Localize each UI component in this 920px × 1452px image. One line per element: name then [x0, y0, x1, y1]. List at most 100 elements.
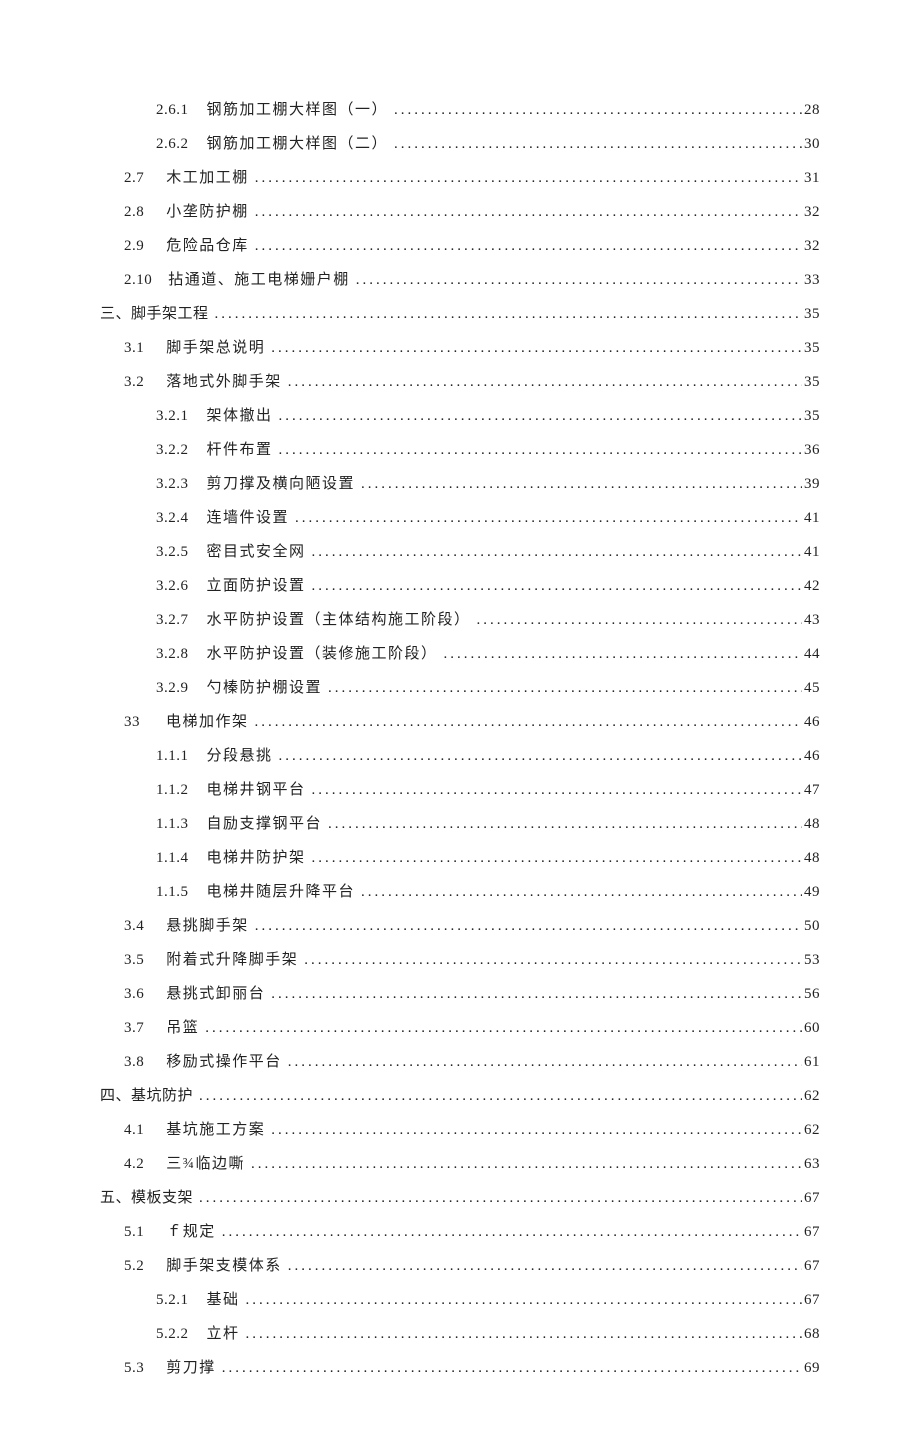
- toc-entry-number: 2.6.1: [156, 100, 189, 121]
- toc-entry-page: 63: [804, 1154, 820, 1175]
- toc-entry-number: 3.4: [124, 916, 144, 937]
- toc-entry: 4.2 三¾临边嘶 63: [100, 1154, 820, 1175]
- toc-entry-number: 4.2: [124, 1154, 144, 1175]
- toc-entry-page: 46: [804, 746, 820, 767]
- toc-entry-number: 3.2.4: [156, 508, 189, 529]
- toc-entry-page: 41: [804, 508, 820, 529]
- toc-entry-page: 33: [804, 270, 820, 291]
- toc-entry-number: 三、脚手架工程: [100, 304, 209, 325]
- toc-leader-dots: [312, 576, 802, 597]
- toc-leader-dots: [255, 168, 802, 189]
- toc-leader-dots: [251, 1154, 802, 1175]
- toc-entry-title: 落地式外脚手架: [166, 372, 282, 393]
- toc-leader-dots: [255, 236, 802, 257]
- toc-entry-page: 35: [804, 372, 820, 393]
- toc-entry-title: 移励式操作平台: [166, 1052, 282, 1073]
- toc-entry: 2.8小垄防护棚32: [100, 202, 820, 223]
- toc-leader-dots: [271, 984, 802, 1005]
- toc-entry-page: 36: [804, 440, 820, 461]
- toc-leader-dots: [271, 338, 802, 359]
- toc-entry-number: 1.1.2: [156, 780, 189, 801]
- toc-entry-page: 35: [804, 304, 820, 325]
- toc-entry-number: 3.8: [124, 1052, 144, 1073]
- toc-entry-number: 3.2.5: [156, 542, 189, 563]
- toc-entry: 1.1.5电梯井随层升降平台49: [100, 882, 820, 903]
- toc-leader-dots: [288, 372, 802, 393]
- toc-entry-title: 剪刀撑及横向陋设置: [207, 474, 356, 495]
- toc-entry-title: 水平防护设置（主体结构施工阶段）: [207, 610, 471, 631]
- toc-entry-number: 2.9: [124, 236, 144, 257]
- toc-entry: 33电梯加作架46: [100, 712, 820, 733]
- toc-entry: 2.9危险品仓库32: [100, 236, 820, 257]
- toc-entry-number: 3.2.3: [156, 474, 189, 495]
- toc-entry: 三、脚手架工程 35: [100, 304, 820, 325]
- toc-entry-page: 31: [804, 168, 820, 189]
- toc-entry-page: 69: [804, 1358, 820, 1379]
- toc-entry: 2.6.1 钢筋加工棚大样图（一） 28: [100, 100, 820, 121]
- toc-entry: 3.1脚手架总说明35: [100, 338, 820, 359]
- toc-entry-number: 2.7: [124, 168, 144, 189]
- toc-entry-title: 悬挑脚手架: [166, 916, 249, 937]
- toc-entry-number: 5.2: [124, 1256, 144, 1277]
- toc-entry-title: 钢筋加工棚大样图（一）: [207, 100, 389, 121]
- toc-entry-title: 分段悬挑: [207, 746, 273, 767]
- toc-entry: 4.1基坑施工方案62: [100, 1120, 820, 1141]
- toc-entry-number: 3.2.2: [156, 440, 189, 461]
- toc-entry-title: 电梯井防护架: [207, 848, 306, 869]
- toc-entry-title: 连墙件设置: [207, 508, 290, 529]
- toc-entry: 1.1.2电梯井钢平台47: [100, 780, 820, 801]
- toc-entry-title: 密目式安全网: [207, 542, 306, 563]
- toc-entry-number: 五、模板支架: [100, 1188, 193, 1209]
- toc-entry-page: 67: [804, 1222, 820, 1243]
- toc-leader-dots: [246, 1324, 802, 1345]
- toc-entry: 3.2.8水平防护设置（装修施工阶段）44: [100, 644, 820, 665]
- toc-entry-number: 5.2.2: [156, 1324, 189, 1345]
- toc-entry: 3.2.7水平防护设置（主体结构施工阶段）43: [100, 610, 820, 631]
- toc-entry-number: 1.1.5: [156, 882, 189, 903]
- toc-entry-page: 35: [804, 338, 820, 359]
- toc-entry-page: 56: [804, 984, 820, 1005]
- toc-leader-dots: [444, 644, 802, 665]
- toc-entry-page: 62: [804, 1120, 820, 1141]
- toc-entry-page: 30: [804, 134, 820, 155]
- toc-entry: 5.2脚手架支模体系67: [100, 1256, 820, 1277]
- toc-entry-title: 小垄防护棚: [166, 202, 249, 223]
- table-of-contents: 2.6.1钢筋加工棚大样图（一）282.6.2钢筋加工棚大样图（二）302.7木…: [100, 100, 820, 1379]
- toc-leader-dots: [279, 746, 802, 767]
- toc-entry-title: 架体撤出: [207, 406, 273, 427]
- toc-leader-dots: [255, 712, 802, 733]
- toc-entry-number: 4.1: [124, 1120, 144, 1141]
- toc-entry: 1.1.1分段悬挑46: [100, 746, 820, 767]
- toc-entry: 3.2落地式外脚手架35: [100, 372, 820, 393]
- toc-entry-number: 2.8: [124, 202, 144, 223]
- toc-entry-number: 1.1.3: [156, 814, 189, 835]
- toc-entry: 2.6.2钢筋加工棚大样图（二）30: [100, 134, 820, 155]
- toc-entry: 3.6悬挑式卸丽台56: [100, 984, 820, 1005]
- toc-leader-dots: [199, 1188, 802, 1209]
- toc-entry: 3.2.9勺榛防护棚设置45: [100, 678, 820, 699]
- toc-leader-dots: [312, 780, 802, 801]
- toc-entry: 1.1.3自励支撑钢平台48: [100, 814, 820, 835]
- toc-entry-number: 3.5: [124, 950, 144, 971]
- toc-leader-dots: [199, 1086, 802, 1107]
- toc-leader-dots: [328, 678, 802, 699]
- toc-entry-number: 3.2.6: [156, 576, 189, 597]
- toc-entry-page: 68: [804, 1324, 820, 1345]
- toc-entry: 3.4 悬挑脚手架 50: [100, 916, 820, 937]
- toc-entry-page: 48: [804, 848, 820, 869]
- toc-entry-page: 28: [804, 100, 820, 121]
- toc-entry: 3.2.3剪刀撑及横向陋设置39: [100, 474, 820, 495]
- toc-entry-title: 勺榛防护棚设置: [207, 678, 323, 699]
- toc-entry: 5.3剪刀撑69: [100, 1358, 820, 1379]
- toc-entry: 3.5附着式升降脚手架53: [100, 950, 820, 971]
- toc-entry-number: 5.3: [124, 1358, 144, 1379]
- toc-entry-title: ｆ规定: [166, 1222, 216, 1243]
- toc-entry-page: 53: [804, 950, 820, 971]
- toc-leader-dots: [477, 610, 802, 631]
- toc-entry-page: 50: [804, 916, 820, 937]
- toc-leader-dots: [215, 304, 802, 325]
- toc-entry-title: 电梯井钢平台: [207, 780, 306, 801]
- toc-leader-dots: [255, 202, 802, 223]
- toc-entry-title: 三¾临边嘶: [166, 1154, 245, 1175]
- toc-entry-title: 悬挑式卸丽台: [166, 984, 265, 1005]
